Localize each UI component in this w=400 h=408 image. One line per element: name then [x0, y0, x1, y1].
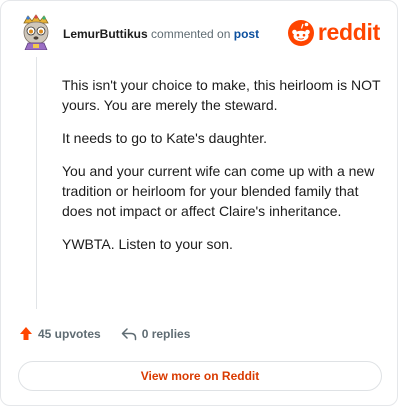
view-more-button[interactable]: View more on Reddit — [18, 361, 382, 391]
reddit-snoo-icon — [287, 19, 314, 46]
reddit-comment-embed: LemurButtikus commented on post reddit T… — [0, 0, 398, 406]
thread-line — [36, 57, 37, 309]
post-link[interactable]: post — [234, 27, 259, 41]
reddit-logo[interactable]: reddit — [287, 19, 380, 46]
reddit-wordmark: reddit — [317, 19, 380, 45]
comment-actions: 45 upvotes 0 replies — [19, 326, 190, 341]
comment-header: LemurButtikus commented on post — [63, 27, 259, 41]
comment-paragraph: It needs to go to Kate's daughter. — [62, 130, 268, 146]
comment-paragraph: This isn't your choice to make, this hei… — [62, 77, 381, 113]
comment-paragraph: You and your current wife can come up wi… — [62, 163, 375, 219]
upvote-count: 45 upvotes — [38, 326, 101, 341]
avatar[interactable] — [19, 14, 53, 51]
reply-arrow-icon — [121, 327, 136, 340]
reply-count: 0 replies — [141, 326, 191, 341]
upvote-button[interactable]: 45 upvotes — [19, 326, 101, 341]
reply-button[interactable]: 0 replies — [121, 326, 191, 341]
header-action-text: commented on — [151, 27, 231, 41]
upvote-arrow-icon — [20, 327, 32, 340]
comment-paragraph: YWBTA. Listen to your son. — [62, 236, 233, 252]
comment-body: This isn't your choice to make, this hei… — [62, 75, 384, 267]
username-link[interactable]: LemurButtikus — [63, 27, 148, 41]
